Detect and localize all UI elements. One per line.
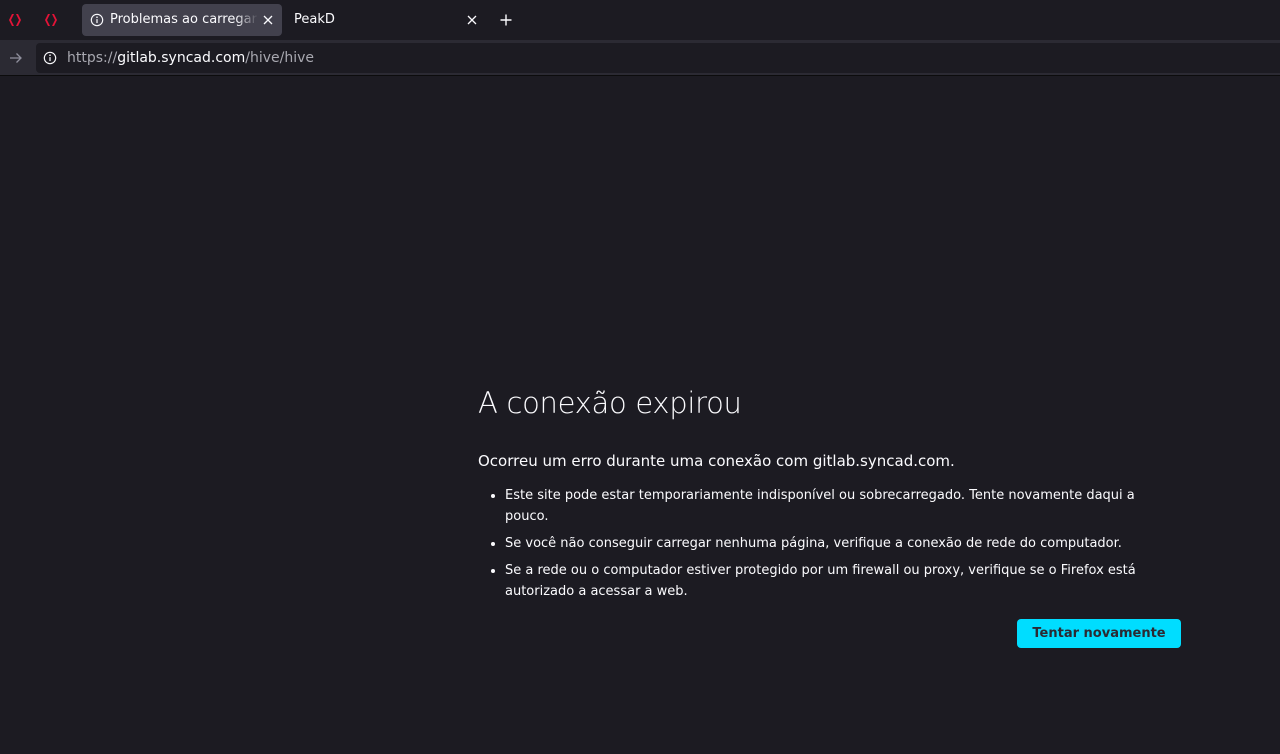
- close-icon: [263, 15, 273, 25]
- error-container: A conexão expirou Ocorreu um erro durant…: [478, 383, 1198, 648]
- list-item: Se a rede ou o computador estiver proteg…: [505, 560, 1178, 602]
- new-tab-button[interactable]: [494, 8, 518, 32]
- tab-close-button[interactable]: [260, 12, 276, 28]
- list-item: Se você não conseguir carregar nenhuma p…: [505, 533, 1178, 554]
- plus-icon: [500, 14, 512, 26]
- tab-title: PeakD: [294, 12, 335, 27]
- tab-peakd[interactable]: PeakD: [286, 4, 486, 36]
- tab-problemas-ao-carregar[interactable]: Problemas ao carregar a página: [82, 4, 282, 36]
- site-info-icon[interactable]: [43, 51, 57, 65]
- navigation-toolbar: https://gitlab.syncad.com/hive/hive: [0, 40, 1280, 76]
- error-title: A conexão expirou: [478, 386, 742, 420]
- arrow-right-icon: [10, 53, 22, 63]
- forward-button[interactable]: [4, 46, 28, 70]
- close-icon: [467, 15, 477, 25]
- tab-strip: Problemas ao carregar a página PeakD: [0, 0, 1280, 40]
- page-content: A conexão expirou Ocorreu um erro durant…: [0, 77, 1280, 754]
- hive-logo-icon: [9, 14, 21, 26]
- pinned-tab-hive-1[interactable]: [1, 5, 31, 35]
- url-scheme: https://: [67, 50, 118, 66]
- tab-title: Problemas ao carregar a página: [110, 12, 258, 27]
- hive-logo-icon: [45, 14, 57, 26]
- url-text[interactable]: https://gitlab.syncad.com/hive/hive: [67, 50, 314, 66]
- tab-close-button[interactable]: [464, 12, 480, 28]
- retry-button[interactable]: Tentar novamente: [1017, 619, 1181, 648]
- pinned-tab-hive-2[interactable]: [37, 5, 67, 35]
- url-host: gitlab.syncad.com: [117, 50, 246, 66]
- info-icon: [90, 13, 104, 27]
- url-bar[interactable]: https://gitlab.syncad.com/hive/hive: [36, 43, 1280, 73]
- list-item: Este site pode estar temporariamente ind…: [505, 485, 1178, 527]
- error-suggestions-list: Este site pode estar temporariamente ind…: [478, 485, 1178, 602]
- url-path: /hive/hive: [245, 50, 314, 66]
- error-short-description: Ocorreu um erro durante uma conexão com …: [478, 452, 955, 470]
